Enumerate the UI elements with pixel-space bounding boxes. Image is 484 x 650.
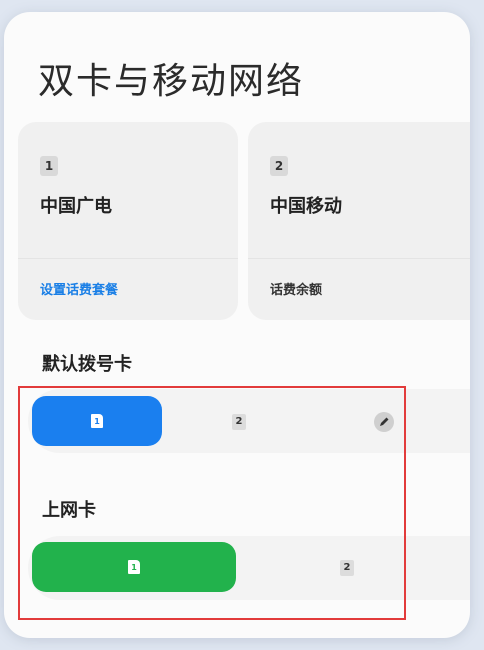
data-option-1-selected[interactable]: 1: [32, 542, 236, 592]
carrier-name: 中国广电: [40, 196, 112, 217]
default-dial-label: 默认拨号卡: [42, 354, 132, 375]
dial-option-2[interactable]: 2: [232, 414, 246, 430]
card-divider: [18, 258, 238, 259]
sim-card-icon: 1: [128, 560, 140, 574]
sim-card-icon: 1: [91, 414, 103, 428]
sim-slot-badge: 2: [270, 156, 288, 176]
dial-option-1-selected[interactable]: 1: [32, 396, 162, 446]
sim-slot-badge: 1: [40, 156, 58, 176]
sim-card-2[interactable]: 2 中国移动 话费余额: [248, 122, 470, 320]
page-title: 双卡与移动网络: [38, 61, 305, 102]
set-plan-link[interactable]: 设置话费套餐: [40, 279, 118, 298]
card-divider: [248, 258, 470, 259]
sim-card-1[interactable]: 1 中国广电 设置话费套餐: [18, 122, 238, 320]
balance-link[interactable]: 话费余额: [270, 279, 322, 298]
data-option-2[interactable]: 2: [340, 560, 354, 576]
data-sim-label: 上网卡: [42, 500, 96, 521]
settings-panel: 双卡与移动网络 1 中国广电 设置话费套餐 2 中国移动 话费余额 默认拨号卡 …: [4, 12, 470, 638]
pencil-icon[interactable]: [374, 412, 394, 432]
carrier-name: 中国移动: [270, 196, 342, 217]
